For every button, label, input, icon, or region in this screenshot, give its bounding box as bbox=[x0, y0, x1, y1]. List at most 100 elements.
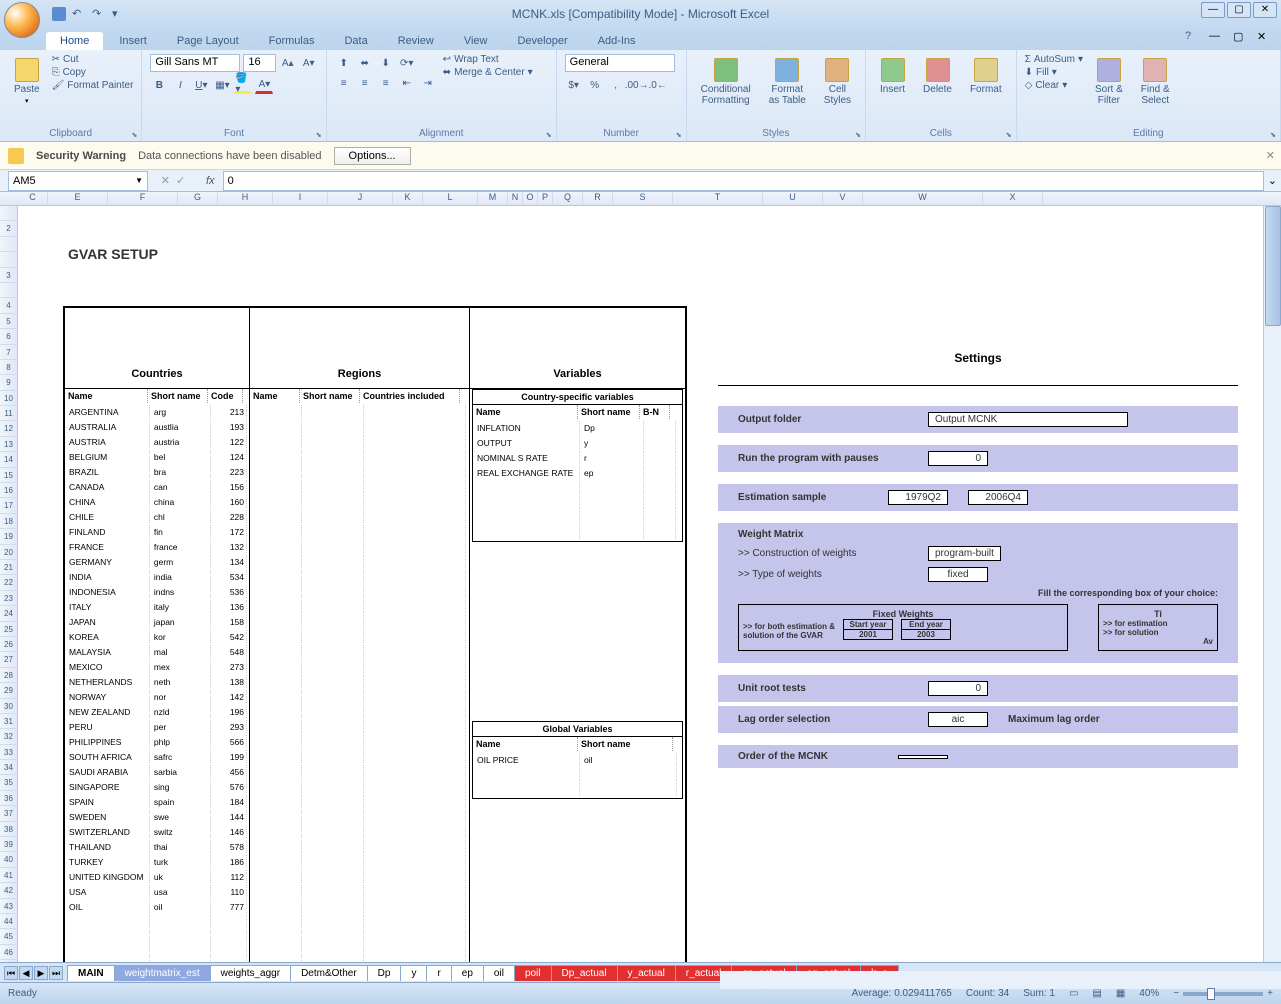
borders-button[interactable]: ▦▾ bbox=[213, 76, 231, 94]
table-row[interactable]: SWITZERLANDswitz146 bbox=[67, 825, 247, 838]
table-row[interactable]: NORWAYnor142 bbox=[67, 690, 247, 703]
prev-sheet-icon[interactable]: ◀ bbox=[19, 966, 33, 980]
table-row[interactable]: GERMANYgerm134 bbox=[67, 555, 247, 568]
global-variables-table[interactable]: OIL PRICEoil bbox=[473, 751, 679, 798]
table-row[interactable]: OILoil777 bbox=[67, 900, 247, 913]
sheet-tab-oil[interactable]: oil bbox=[483, 965, 515, 981]
tab-addins[interactable]: Add-Ins bbox=[584, 32, 650, 50]
security-close-icon[interactable]: ✕ bbox=[1266, 149, 1275, 162]
tab-developer[interactable]: Developer bbox=[503, 32, 581, 50]
view-normal-icon[interactable]: ▭ bbox=[1069, 988, 1078, 999]
view-break-icon[interactable]: ▦ bbox=[1116, 988, 1125, 999]
sheet-tab-weightmatrix_est[interactable]: weightmatrix_est bbox=[114, 965, 211, 981]
align-center-icon[interactable]: ≡ bbox=[356, 74, 374, 92]
est-end-field[interactable]: 2006Q4 bbox=[968, 490, 1028, 505]
tab-data[interactable]: Data bbox=[330, 32, 381, 50]
table-row[interactable]: SAUDI ARABIAsarbia456 bbox=[67, 765, 247, 778]
align-right-icon[interactable]: ≡ bbox=[377, 74, 395, 92]
table-row[interactable]: FINLANDfin172 bbox=[67, 525, 247, 538]
table-row[interactable]: INDONESIAindns536 bbox=[67, 585, 247, 598]
font-family-select[interactable]: Gill Sans MT bbox=[150, 54, 240, 72]
tab-insert[interactable]: Insert bbox=[105, 32, 161, 50]
table-row[interactable]: PHILIPPINESphlp566 bbox=[67, 735, 247, 748]
confirm-formula-icon[interactable]: ✓ bbox=[176, 174, 185, 187]
fill-button[interactable]: ⬇Fill▾ bbox=[1025, 67, 1083, 78]
tab-view[interactable]: View bbox=[450, 32, 502, 50]
table-row[interactable]: UNITED KINGDOMuk112 bbox=[67, 870, 247, 883]
table-row[interactable]: AUSTRALIAaustlia193 bbox=[67, 420, 247, 433]
column-headers[interactable]: CEFGHIJKLMNOPQRSTUVWX bbox=[0, 192, 1281, 206]
unit-root-field[interactable]: 0 bbox=[928, 681, 988, 696]
sheet-tab-ep[interactable]: ep bbox=[451, 965, 484, 981]
table-row[interactable]: TURKEYturk186 bbox=[67, 855, 247, 868]
table-row[interactable]: USAusa110 bbox=[67, 885, 247, 898]
table-row[interactable]: NOMINAL S RATEr bbox=[475, 451, 676, 464]
vertical-scrollbar[interactable] bbox=[1263, 206, 1281, 962]
sheet-tab-detm&other[interactable]: Detm&Other bbox=[290, 965, 368, 981]
table-row[interactable]: NETHERLANDSneth138 bbox=[67, 675, 247, 688]
percent-icon[interactable]: % bbox=[586, 76, 604, 94]
est-start-field[interactable]: 1979Q2 bbox=[888, 490, 948, 505]
first-sheet-icon[interactable]: ⏮ bbox=[4, 966, 18, 980]
increase-decimal-icon[interactable]: .00→ bbox=[628, 76, 646, 94]
orientation-icon[interactable]: ⟳▾ bbox=[398, 54, 416, 72]
qat-menu-icon[interactable]: ▾ bbox=[112, 7, 126, 21]
close-button[interactable]: ✕ bbox=[1253, 2, 1277, 18]
countries-table[interactable]: ARGENTINAarg213AUSTRALIAaustlia193AUSTRI… bbox=[65, 403, 249, 962]
scrollbar-thumb[interactable] bbox=[1265, 206, 1281, 326]
expand-formula-icon[interactable]: ⌄ bbox=[1264, 174, 1281, 187]
regions-table[interactable] bbox=[250, 403, 468, 962]
horizontal-scrollbar[interactable] bbox=[720, 971, 1281, 989]
decrease-indent-icon[interactable]: ⇤ bbox=[398, 74, 416, 92]
row-headers[interactable]: 2 3 456789101112131415161718192021222324… bbox=[0, 206, 18, 962]
underline-button[interactable]: U▾ bbox=[192, 76, 210, 94]
type-field[interactable]: fixed bbox=[928, 567, 988, 582]
align-left-icon[interactable]: ≡ bbox=[335, 74, 353, 92]
format-button[interactable]: Format bbox=[964, 54, 1008, 99]
cut-button[interactable]: ✂Cut bbox=[52, 54, 134, 65]
table-row[interactable]: AUSTRIAaustria122 bbox=[67, 435, 247, 448]
security-options-button[interactable]: Options... bbox=[334, 147, 411, 165]
office-button[interactable] bbox=[4, 2, 40, 38]
table-row[interactable]: THAILANDthai578 bbox=[67, 840, 247, 853]
paste-button[interactable]: Paste ▾ bbox=[8, 54, 46, 109]
table-row[interactable]: SOUTH AFRICAsafrc199 bbox=[67, 750, 247, 763]
table-row[interactable]: KOREAkor542 bbox=[67, 630, 247, 643]
tab-formulas[interactable]: Formulas bbox=[255, 32, 329, 50]
zoom-level[interactable]: 40% bbox=[1139, 988, 1159, 999]
zoom-in-icon[interactable]: + bbox=[1267, 988, 1273, 999]
cancel-formula-icon[interactable]: ✕ bbox=[161, 174, 170, 187]
close-workbook-icon[interactable]: ✕ bbox=[1257, 30, 1273, 46]
last-sheet-icon[interactable]: ⏭ bbox=[49, 966, 63, 980]
redo-icon[interactable]: ↷ bbox=[92, 7, 106, 21]
align-bottom-icon[interactable]: ⬇ bbox=[377, 54, 395, 72]
conditional-formatting-button[interactable]: Conditional Formatting bbox=[695, 54, 757, 110]
sort-filter-button[interactable]: Sort & Filter bbox=[1089, 54, 1129, 110]
table-row[interactable]: FRANCEfrance132 bbox=[67, 540, 247, 553]
copy-button[interactable]: ⎘Copy bbox=[52, 67, 134, 78]
worksheet[interactable]: GVAR SETUP Countries NameShort nameCode … bbox=[18, 206, 1263, 962]
wrap-text-button[interactable]: ↩Wrap Text bbox=[443, 54, 533, 65]
table-row[interactable]: CHILEchl228 bbox=[67, 510, 247, 523]
formula-input[interactable]: 0 bbox=[223, 171, 1264, 191]
construction-field[interactable]: program-built bbox=[928, 546, 1001, 561]
table-row[interactable]: NEW ZEALANDnzld196 bbox=[67, 705, 247, 718]
table-row[interactable]: CANADAcan156 bbox=[67, 480, 247, 493]
cs-variables-table[interactable]: INFLATIONDpOUTPUTyNOMINAL S RATErREAL EX… bbox=[473, 419, 678, 541]
align-top-icon[interactable]: ⬆ bbox=[335, 54, 353, 72]
help-icon[interactable]: ? bbox=[1185, 30, 1201, 46]
delete-button[interactable]: Delete bbox=[917, 54, 958, 99]
format-as-table-button[interactable]: Format as Table bbox=[763, 54, 812, 110]
clear-button[interactable]: ◇Clear▾ bbox=[1025, 80, 1083, 91]
start-year-field[interactable]: 2001 bbox=[844, 630, 892, 639]
format-painter-button[interactable]: 🖌Format Painter bbox=[52, 80, 134, 91]
zoom-thumb[interactable] bbox=[1207, 988, 1215, 1000]
output-folder-field[interactable]: Output MCNK bbox=[928, 412, 1128, 427]
sheet-tab-dp_actual[interactable]: Dp_actual bbox=[551, 965, 618, 981]
table-row[interactable]: SPAINspain184 bbox=[67, 795, 247, 808]
sheet-tab-y[interactable]: y bbox=[400, 965, 427, 981]
table-row[interactable]: SINGAPOREsing576 bbox=[67, 780, 247, 793]
bold-button[interactable]: B bbox=[150, 76, 168, 94]
cell-styles-button[interactable]: Cell Styles bbox=[818, 54, 857, 110]
table-row[interactable]: ITALYitaly136 bbox=[67, 600, 247, 613]
